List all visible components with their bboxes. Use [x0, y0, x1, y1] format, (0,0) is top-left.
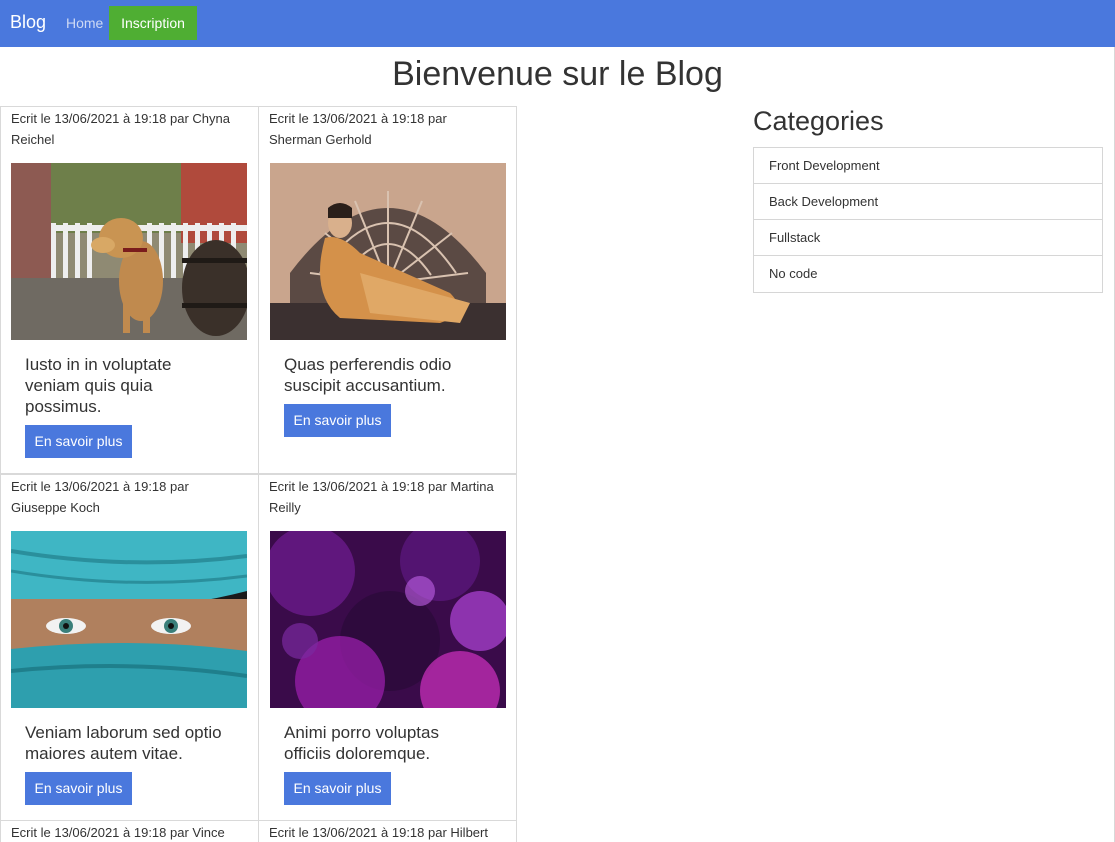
signup-button[interactable]: Inscription — [109, 6, 197, 40]
post-title: Veniam laborum sed optio maiores autem v… — [25, 723, 222, 763]
post-card: Ecrit le 13/06/2021 à 19:18 par Martina … — [258, 474, 517, 821]
post-meta: Ecrit le 13/06/2021 à 19:18 par Vince — [11, 825, 225, 840]
post-meta: Ecrit le 13/06/2021 à 19:18 par Chyna Re… — [11, 111, 230, 147]
post-meta: Ecrit le 13/06/2021 à 19:18 par Sherman … — [269, 111, 447, 147]
post-card: Ecrit le 13/06/2021 à 19:18 par Chyna Re… — [0, 106, 259, 474]
category-item-no-code[interactable]: No code — [754, 256, 1102, 292]
post-image-abstract[interactable] — [270, 531, 506, 708]
categories-title: Categories — [753, 106, 884, 136]
post-meta: Ecrit le 13/06/2021 à 19:18 par Giuseppe… — [11, 479, 189, 515]
category-item-fullstack[interactable]: Fullstack — [754, 220, 1102, 256]
category-item-front-development[interactable]: Front Development — [754, 148, 1102, 184]
brand-link[interactable]: Blog — [10, 12, 46, 33]
post-title: Quas perferendis odio suscipit accusanti… — [284, 355, 452, 395]
page-title: Bienvenue sur le Blog — [392, 55, 723, 93]
read-more-button[interactable]: En savoir plus — [25, 425, 132, 458]
post-card: Ecrit le 13/06/2021 à 19:18 par Hilbert — [258, 820, 517, 842]
read-more-button[interactable]: En savoir plus — [284, 772, 391, 805]
category-item-back-development[interactable]: Back Development — [754, 184, 1102, 220]
nav-home-link[interactable]: Home — [66, 15, 103, 31]
navbar: Blog Home Inscription — [0, 0, 1115, 47]
post-title: Animi porro voluptas officiis doloremque… — [284, 723, 439, 763]
post-image-veil[interactable] — [11, 531, 247, 708]
post-image-dog[interactable] — [11, 163, 247, 340]
post-image-painting[interactable] — [270, 163, 506, 340]
post-card: Ecrit le 13/06/2021 à 19:18 par Giuseppe… — [0, 474, 259, 821]
categories-list: Front Development Back Development Fulls… — [753, 147, 1103, 293]
post-card: Ecrit le 13/06/2021 à 19:18 par Sherman … — [258, 106, 517, 474]
post-meta: Ecrit le 13/06/2021 à 19:18 par Martina … — [269, 479, 494, 515]
read-more-button[interactable]: En savoir plus — [25, 772, 132, 805]
post-card: Ecrit le 13/06/2021 à 19:18 par Vince — [0, 820, 259, 842]
post-title: Iusto in in voluptate veniam quis quia p… — [25, 355, 172, 416]
read-more-button[interactable]: En savoir plus — [284, 404, 391, 437]
post-meta: Ecrit le 13/06/2021 à 19:18 par Hilbert — [269, 825, 488, 840]
